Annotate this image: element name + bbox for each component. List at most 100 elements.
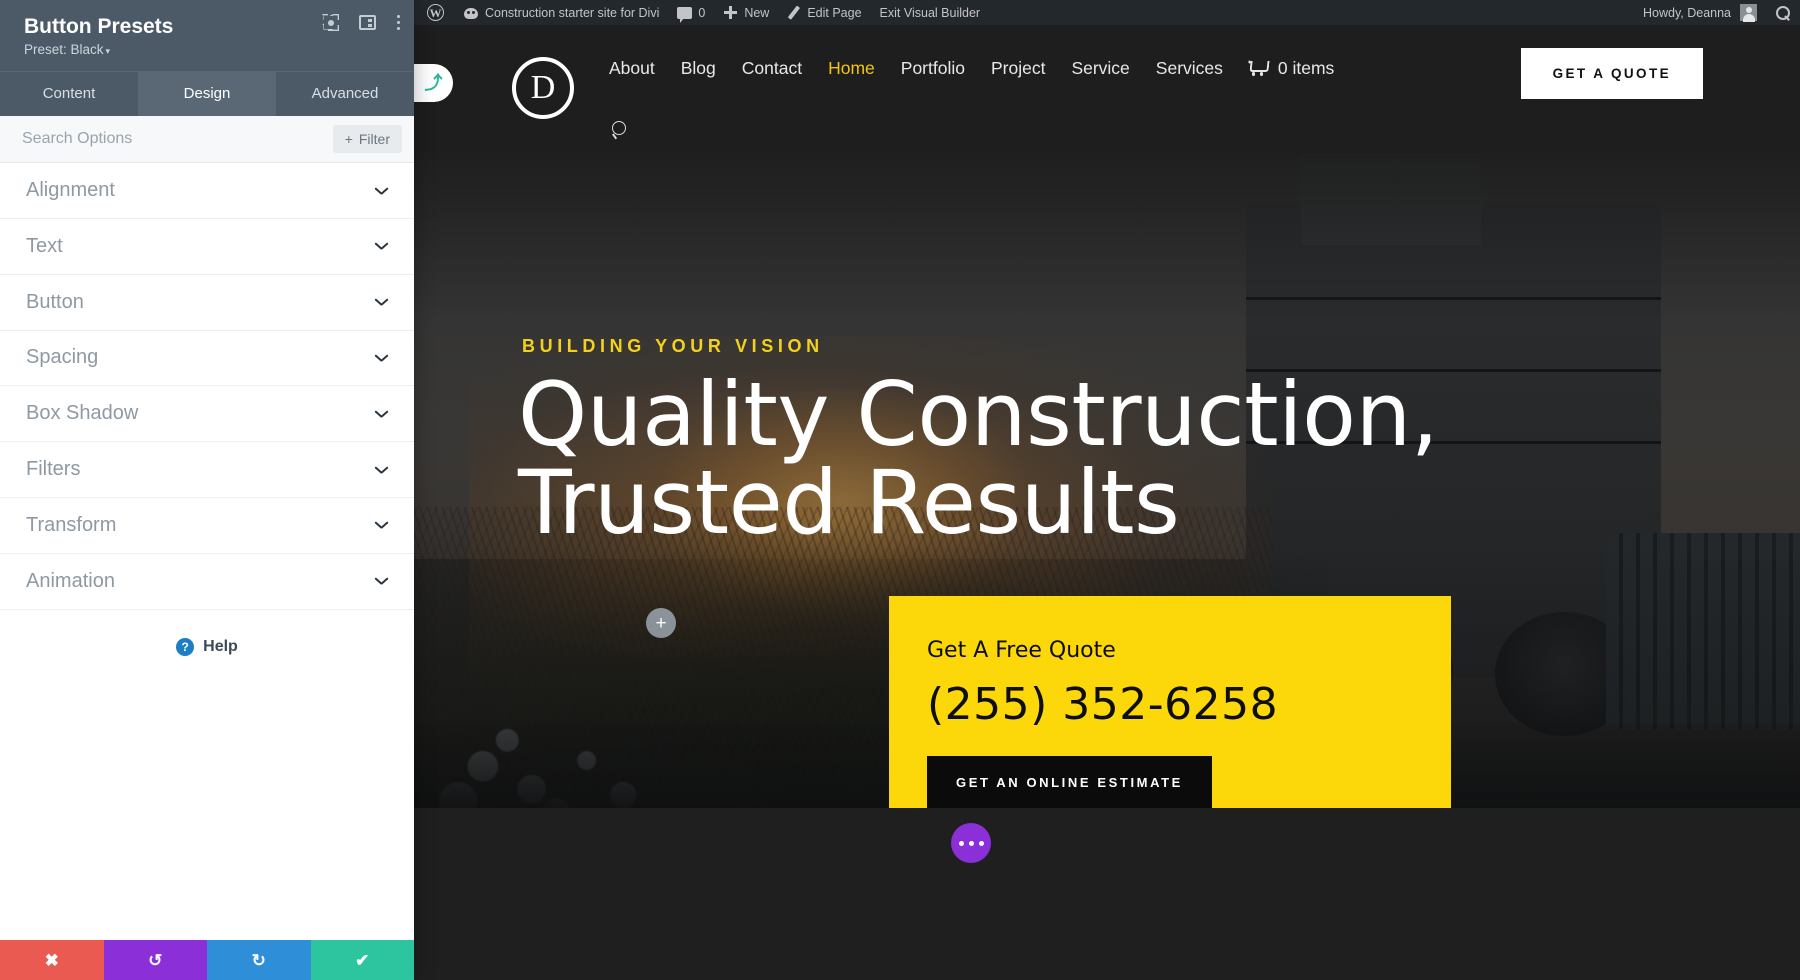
panel-header: Button Presets Preset: Black ▾ Content De… <box>0 0 414 117</box>
search-input[interactable] <box>22 130 323 149</box>
redo-button[interactable]: ↻ <box>207 940 311 980</box>
nav-item-blog[interactable]: Blog <box>668 58 729 79</box>
cart-link[interactable]: 0 items <box>1236 58 1334 79</box>
option-group-animation[interactable]: Animation <box>0 554 414 610</box>
panel-preset-label: Preset: Black <box>24 42 104 58</box>
pencil-icon <box>787 6 801 20</box>
chevron-down-icon <box>375 354 388 362</box>
kebab-menu-icon[interactable] <box>396 14 400 31</box>
option-group-label: Filters <box>26 458 81 481</box>
primary-nav: About Blog Contact Home Portfolio Projec… <box>596 58 1334 79</box>
exit-visual-builder-link[interactable]: Exit Visual Builder <box>871 0 990 25</box>
redo-icon: ↻ <box>251 950 266 970</box>
option-group-label: Button <box>26 290 84 313</box>
new-content-menu[interactable]: New <box>714 0 778 25</box>
exit-visual-builder-label: Exit Visual Builder <box>879 5 981 20</box>
help-label: Help <box>203 637 238 655</box>
wordpress-logo-icon: W <box>427 4 444 21</box>
nav-item-service[interactable]: Service <box>1058 58 1142 79</box>
panel-header-actions <box>322 14 400 31</box>
option-group-label: Box Shadow <box>26 402 139 425</box>
ellipsis-icon[interactable] <box>951 823 991 863</box>
option-group-label: Text <box>26 234 63 257</box>
cart-count-label: 0 items <box>1277 58 1335 78</box>
focus-target-icon[interactable] <box>322 14 339 31</box>
tab-advanced[interactable]: Advanced <box>276 72 414 116</box>
nav-item-project[interactable]: Project <box>978 58 1058 79</box>
undo-button[interactable]: ↺ <box>103 940 207 980</box>
panel-tabs: Content Design Advanced <box>0 71 414 117</box>
option-group-spacing[interactable]: Spacing <box>0 331 414 387</box>
option-group-button[interactable]: Button <box>0 275 414 331</box>
visual-builder-canvas: D About Blog Contact Home Portfolio Proj… <box>414 25 1800 980</box>
howdy-label: Howdy, Deanna <box>1642 5 1731 20</box>
hero-title-line-1: Quality Construction, <box>518 363 1439 466</box>
option-group-text[interactable]: Text <box>0 219 414 275</box>
nav-item-home[interactable]: Home <box>815 58 888 79</box>
undo-icon: ↺ <box>148 950 163 970</box>
edit-page-link[interactable]: Edit Page <box>778 0 870 25</box>
add-module-icon[interactable]: + <box>646 608 676 638</box>
screen-root: D About Blog Contact Home Portfolio Proj… <box>0 0 1800 980</box>
site-header: D About Blog Contact Home Portfolio Proj… <box>414 25 1800 153</box>
nav-item-about[interactable]: About <box>596 58 668 79</box>
chevron-down-icon: ▾ <box>105 46 111 57</box>
online-estimate-button[interactable]: GET AN ONLINE ESTIMATE <box>927 756 1212 808</box>
hero-section: BUILDING YOUR VISION Quality Constructio… <box>414 153 1800 808</box>
my-account-menu[interactable]: Howdy, Deanna <box>1634 0 1766 25</box>
tab-content[interactable]: Content <box>0 72 138 116</box>
hero-title-line-2: Trusted Results <box>518 451 1180 554</box>
search-icon <box>610 121 629 140</box>
quote-card-phone[interactable]: (255) 352-6258 <box>927 679 1413 730</box>
wp-logo-menu[interactable]: W <box>414 0 454 25</box>
page-footer-strip <box>414 808 1800 980</box>
site-search-button[interactable] <box>610 121 629 140</box>
hero-eyebrow: BUILDING YOUR VISION <box>522 336 824 356</box>
nav-item-services[interactable]: Services <box>1143 58 1236 79</box>
close-icon: ✖ <box>44 950 59 970</box>
panel-option-groups: Alignment Text Button Spacing Box Shadow… <box>0 163 414 940</box>
site-logo[interactable]: D <box>512 57 574 119</box>
chevron-down-icon <box>375 577 388 585</box>
chevron-down-icon <box>375 521 388 529</box>
filter-button[interactable]: + Filter <box>332 125 402 154</box>
search-icon <box>1775 5 1791 21</box>
save-button[interactable]: ✔ <box>310 940 414 980</box>
new-label: New <box>744 5 770 20</box>
check-icon: ✔ <box>355 950 370 970</box>
quote-card-label: Get A Free Quote <box>927 638 1116 663</box>
hero-title: Quality Construction, Trusted Results <box>518 371 1558 547</box>
get-a-quote-button[interactable]: GET A QUOTE <box>1520 48 1703 99</box>
panel-collapse-handle[interactable]: ⤴ <box>414 64 453 102</box>
admin-search-button[interactable] <box>1766 0 1800 25</box>
option-group-box-shadow[interactable]: Box Shadow <box>0 386 414 443</box>
option-group-transform[interactable]: Transform <box>0 498 414 554</box>
option-group-label: Spacing <box>26 346 99 369</box>
panel-action-bar: ✖ ↺ ↻ ✔ <box>0 940 414 980</box>
filter-label: Filter <box>358 131 390 148</box>
panel-search-bar: + Filter <box>0 116 414 164</box>
wp-admin-bar: W Construction starter site for Divi 0 N… <box>414 0 1800 25</box>
site-name-label: Construction starter site for Divi <box>485 5 660 20</box>
comments-menu[interactable]: 0 <box>668 0 714 25</box>
chevron-down-icon <box>375 298 388 306</box>
chevron-down-icon <box>375 187 388 195</box>
chevron-down-icon <box>375 410 388 418</box>
nav-item-contact[interactable]: Contact <box>729 58 815 79</box>
site-name-menu[interactable]: Construction starter site for Divi <box>454 0 668 25</box>
panel-preset-selector[interactable]: Preset: Black ▾ <box>0 39 414 57</box>
panel-layout-icon[interactable] <box>359 15 376 30</box>
option-group-label: Alignment <box>26 179 115 202</box>
option-group-label: Animation <box>26 569 115 592</box>
nav-item-portfolio[interactable]: Portfolio <box>888 58 978 79</box>
option-group-filters[interactable]: Filters <box>0 442 414 498</box>
option-group-alignment[interactable]: Alignment <box>0 163 414 219</box>
collapse-panel-icon: ⤴ <box>424 73 443 93</box>
chevron-down-icon <box>375 242 388 250</box>
plus-icon <box>723 5 738 20</box>
plus-icon: + <box>344 131 353 148</box>
tab-design[interactable]: Design <box>138 72 276 117</box>
help-link[interactable]: ? Help <box>0 610 414 656</box>
option-group-label: Transform <box>26 513 117 536</box>
cancel-button[interactable]: ✖ <box>0 940 104 980</box>
